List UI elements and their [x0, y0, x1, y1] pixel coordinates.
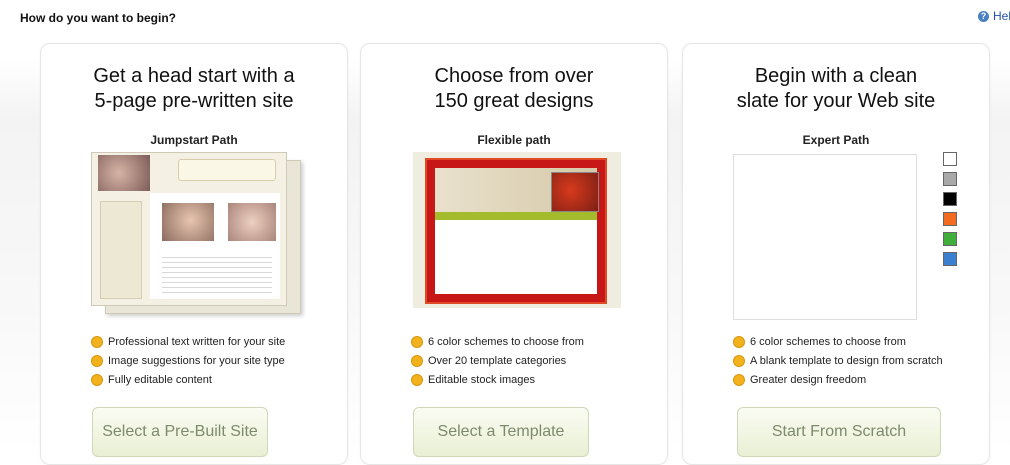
- bullet-icon: [411, 354, 423, 367]
- blank-template-preview: [733, 154, 917, 320]
- page-heading: How do you want to begin?: [20, 11, 176, 25]
- preview-stripe: [435, 212, 597, 220]
- feature-text: Over 20 template categories: [428, 354, 567, 367]
- preview-content: [150, 193, 280, 299]
- feature-item: 6 color schemes to choose from: [733, 332, 943, 351]
- preview-page: [435, 168, 599, 294]
- path-title: Flexible path: [477, 133, 551, 147]
- feature-text: Editable stock images: [428, 373, 535, 386]
- preview-photo: [551, 172, 599, 212]
- bullet-icon: [91, 335, 103, 348]
- card-headline: Begin with a clean slate for your Web si…: [683, 64, 989, 114]
- preview-photo: [228, 203, 276, 241]
- color-swatch-white[interactable]: [943, 152, 957, 166]
- bullet-icon: [91, 354, 103, 367]
- path-title: Jumpstart Path: [150, 133, 238, 147]
- preview-site-title: [178, 159, 276, 181]
- color-swatch-green[interactable]: [943, 232, 957, 246]
- feature-item: A blank template to design from scratch: [733, 351, 943, 370]
- start-from-scratch-button[interactable]: Start From Scratch: [737, 407, 941, 457]
- card-headline-line-2: slate for your Web site: [736, 90, 936, 112]
- feature-text: Image suggestions for your site type: [108, 354, 285, 367]
- template-preview-image: [413, 152, 621, 308]
- feature-item: Image suggestions for your site type: [91, 351, 285, 370]
- card-headline: Get a head start with a 5-page pre-writt…: [41, 64, 347, 114]
- color-swatch-black[interactable]: [943, 192, 957, 206]
- bullet-icon: [733, 373, 745, 386]
- card-flexible: Choose from over 150 great designs Flexi…: [360, 43, 668, 465]
- feature-item: Professional text written for your site: [91, 332, 285, 351]
- select-template-button[interactable]: Select a Template: [413, 407, 589, 457]
- feature-list: 6 color schemes to choose from Over 20 t…: [411, 332, 584, 389]
- card-headline-line-2: 150 great designs: [434, 90, 594, 112]
- card-headline-line-1: Begin with a clean: [754, 65, 918, 87]
- path-title: Expert Path: [802, 133, 870, 147]
- preview-frame: [425, 158, 607, 304]
- select-prebuilt-site-button[interactable]: Select a Pre-Built Site: [92, 407, 268, 457]
- feature-text: Fully editable content: [108, 373, 212, 386]
- feature-item: 6 color schemes to choose from: [411, 332, 584, 351]
- card-expert: Begin with a clean slate for your Web si…: [682, 43, 990, 465]
- preview-photo: [98, 155, 150, 191]
- feature-text: 6 color schemes to choose from: [428, 335, 584, 348]
- feature-list: 6 color schemes to choose from A blank t…: [733, 332, 943, 389]
- help-label[interactable]: Help: [993, 9, 1010, 23]
- feature-text: 6 color schemes to choose from: [750, 335, 906, 348]
- feature-item: Greater design freedom: [733, 370, 943, 389]
- color-swatch-blue[interactable]: [943, 252, 957, 266]
- preview-text-lines: [162, 253, 272, 293]
- preview-front-page: [91, 152, 287, 306]
- bullet-icon: [91, 373, 103, 386]
- jumpstart-preview-image: [91, 152, 301, 314]
- card-jumpstart: Get a head start with a 5-page pre-writt…: [40, 43, 348, 465]
- card-headline-line-2: 5-page pre-written site: [94, 90, 294, 112]
- bullet-icon: [411, 373, 423, 386]
- color-swatch-orange[interactable]: [943, 212, 957, 226]
- feature-text: Professional text written for your site: [108, 335, 286, 348]
- feature-list: Professional text written for your site …: [91, 332, 285, 389]
- card-headline-line-1: Choose from over: [434, 65, 594, 87]
- card-headline: Choose from over 150 great designs: [361, 64, 667, 114]
- feature-text: Greater design freedom: [750, 373, 867, 386]
- feature-item: Over 20 template categories: [411, 351, 584, 370]
- preview-photo: [162, 203, 214, 241]
- bullet-icon: [411, 335, 423, 348]
- feature-item: Fully editable content: [91, 370, 285, 389]
- help-link[interactable]: ? Help: [978, 9, 1010, 23]
- preview-sidebar: [100, 201, 142, 299]
- bullet-icon: [733, 335, 745, 348]
- help-icon[interactable]: ?: [978, 10, 989, 22]
- color-swatch-gray[interactable]: [943, 172, 957, 186]
- feature-text: A blank template to design from scratch: [750, 354, 943, 367]
- feature-item: Editable stock images: [411, 370, 584, 389]
- card-headline-line-1: Get a head start with a: [93, 65, 295, 87]
- bullet-icon: [733, 354, 745, 367]
